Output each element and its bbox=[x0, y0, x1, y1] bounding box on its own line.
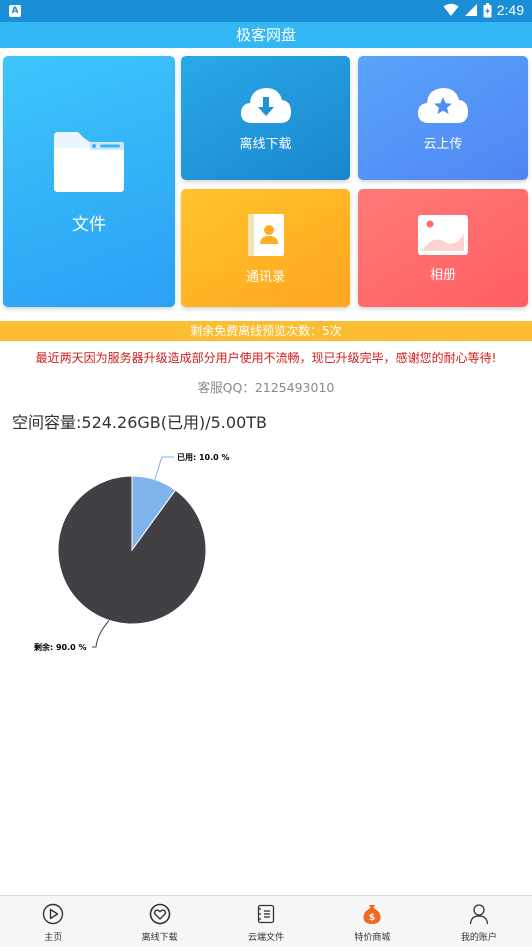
battery-icon bbox=[483, 2, 492, 17]
storage-capacity: 空间容量:524.26GB(已用)/5.00TB bbox=[12, 413, 268, 432]
nav-home[interactable]: 主页 bbox=[0, 896, 106, 947]
status-bar: A 2:49 bbox=[0, 0, 532, 22]
contacts-label: 通讯录 bbox=[245, 269, 285, 285]
user-icon bbox=[469, 904, 488, 925]
heart-circle-icon bbox=[149, 903, 170, 925]
nav-deals-store[interactable]: $ 特价商城 bbox=[319, 896, 425, 947]
announcement-text: 最近两天因为服务器升级造成部分用户使用不流畅，现已升级完毕，感谢您的耐心等待! bbox=[35, 351, 497, 365]
money-bag-icon: $ bbox=[363, 905, 381, 924]
cloud-star-icon bbox=[418, 87, 468, 123]
play-circle-icon bbox=[43, 903, 64, 925]
contacts-tile[interactable]: 通讯录 bbox=[181, 189, 350, 307]
nav-offline-download-label: 离线下载 bbox=[141, 933, 178, 943]
storage-pie-chart: 已用: 10.0 % 剩余: 90.0 % bbox=[34, 453, 230, 652]
wifi-icon bbox=[443, 3, 459, 16]
offline-download-label: 离线下载 bbox=[239, 136, 292, 152]
nav-offline-download[interactable]: 离线下载 bbox=[106, 896, 212, 947]
pie-slice-remaining bbox=[57, 475, 207, 625]
clock: 2:49 bbox=[496, 2, 524, 18]
nav-cloud-files[interactable]: 云端文件 bbox=[213, 896, 319, 947]
app-title: 极客网盘 bbox=[0, 22, 532, 48]
pie-leader-line-used bbox=[154, 456, 174, 480]
album-tile[interactable]: 相册 bbox=[358, 189, 528, 307]
offline-download-tile[interactable]: 离线下载 bbox=[181, 56, 350, 180]
nav-my-account-label: 我的账户 bbox=[460, 933, 497, 943]
files-label: 文件 bbox=[72, 215, 106, 235]
pie-label-remaining: 剩余: 90.0 % bbox=[34, 642, 87, 652]
free-preview-notice: 剩余免费离线预览次数：5次 bbox=[0, 321, 532, 341]
svg-text:$: $ bbox=[369, 913, 375, 923]
contacts-book-icon bbox=[247, 213, 284, 256]
customer-service-qq: 客服QQ：2125493010 bbox=[197, 380, 335, 395]
notification-icon: A bbox=[9, 5, 21, 17]
nav-cloud-files-label: 云端文件 bbox=[248, 933, 285, 943]
files-tile[interactable]: 文件 bbox=[3, 56, 175, 307]
nav-home-label: 主页 bbox=[44, 933, 63, 943]
nav-deals-store-label: 特价商城 bbox=[354, 933, 391, 943]
photo-icon bbox=[418, 214, 468, 255]
folder-icon bbox=[54, 132, 124, 192]
document-list-icon bbox=[257, 904, 275, 924]
cloud-download-icon bbox=[240, 87, 291, 123]
pie-label-used: 已用: 10.0 % bbox=[177, 453, 230, 462]
pie-leader-line-remaining bbox=[92, 620, 110, 648]
nav-my-account[interactable]: 我的账户 bbox=[426, 896, 532, 947]
bottom-navigation: 主页 离线下载 云端文件 $ 特价商城 我的账户 bbox=[0, 895, 532, 947]
album-label: 相册 bbox=[429, 267, 456, 283]
cloud-upload-label: 云上传 bbox=[423, 136, 463, 152]
cloud-upload-tile[interactable]: 云上传 bbox=[358, 56, 528, 180]
signal-icon bbox=[464, 4, 477, 16]
